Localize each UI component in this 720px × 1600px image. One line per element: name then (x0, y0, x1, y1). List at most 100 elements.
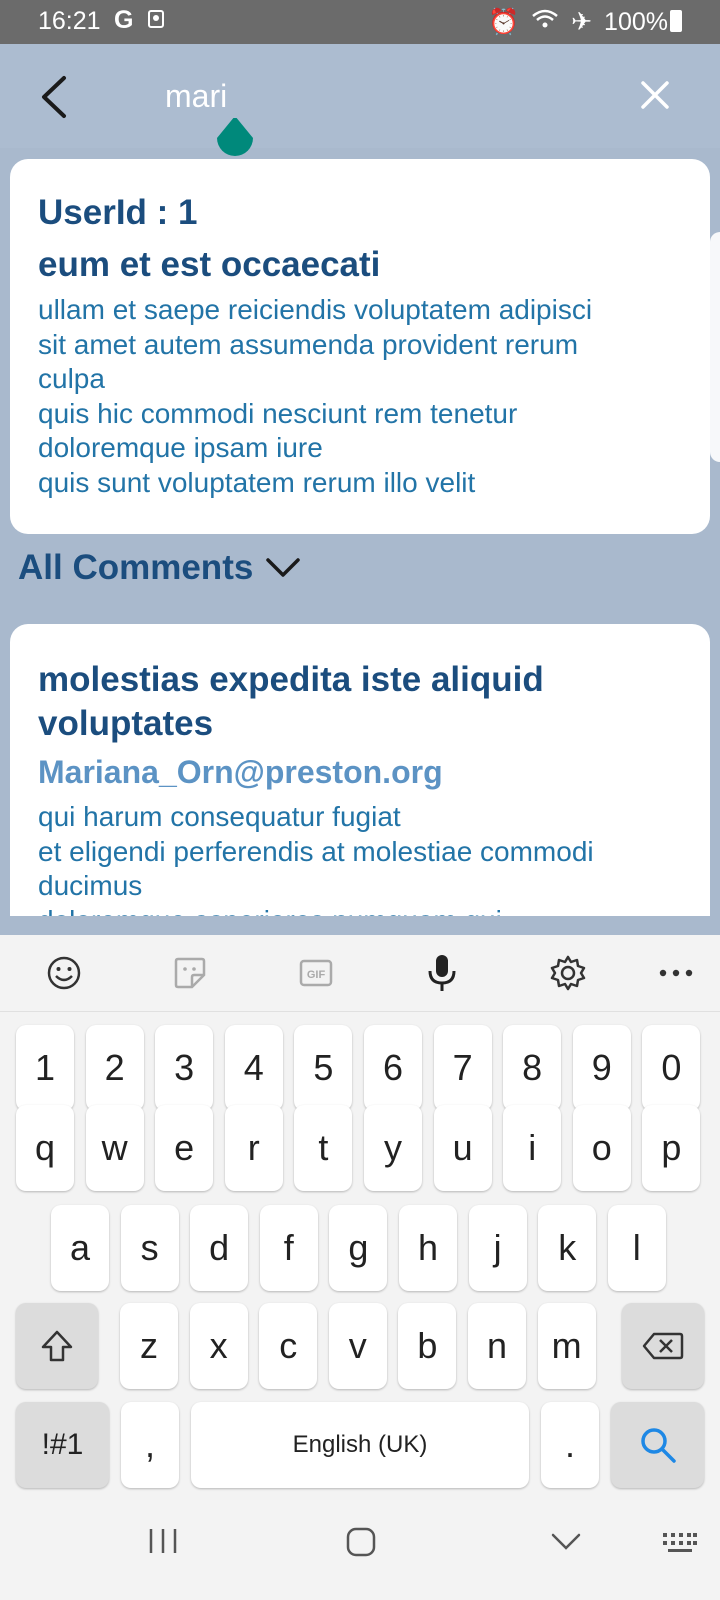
key-n[interactable]: n (468, 1303, 526, 1389)
key-m[interactable]: m (537, 1303, 596, 1389)
scroll-indicator[interactable] (710, 232, 720, 462)
space-key[interactable]: English (UK) (191, 1402, 529, 1488)
symbols-key[interactable]: !#1 (16, 1402, 109, 1488)
key-3[interactable]: 3 (155, 1025, 214, 1111)
key-e[interactable]: e (155, 1105, 214, 1191)
key-z-label: z (140, 1325, 158, 1366)
key-s[interactable]: s (120, 1205, 179, 1291)
comment-card[interactable]: molestias expedita iste aliquid voluptat… (10, 624, 710, 916)
battery-icon (670, 10, 682, 32)
airplane-icon: ✈ (571, 8, 593, 36)
key-v-label: v (348, 1325, 367, 1366)
key-3-label: 3 (174, 1047, 195, 1088)
sticker-button[interactable] (170, 953, 210, 993)
key-m-label: m (551, 1325, 582, 1366)
voice-input-button[interactable] (422, 953, 462, 993)
keyboard-switch-button[interactable] (662, 1532, 698, 1559)
key-w[interactable]: w (85, 1105, 144, 1191)
key-c-label: c (279, 1325, 298, 1366)
key-j[interactable]: j (468, 1205, 527, 1291)
key-k-label: k (558, 1227, 577, 1268)
gif-button[interactable]: GIF (296, 953, 336, 993)
key-h-label: h (417, 1227, 439, 1268)
key-e-label: e (174, 1127, 195, 1168)
period-key-label: . (564, 1424, 575, 1465)
key-v[interactable]: v (328, 1303, 387, 1389)
key-r-label: r (247, 1127, 260, 1168)
key-0-label: 0 (661, 1047, 682, 1088)
key-i[interactable]: i (503, 1105, 562, 1191)
key-u-label: u (452, 1127, 473, 1168)
key-6-label: 6 (382, 1047, 404, 1088)
key-t-label: t (318, 1127, 329, 1168)
clear-search-button[interactable] (640, 80, 670, 110)
symbols-key-label: !#1 (41, 1428, 84, 1461)
key-p-label: p (661, 1127, 682, 1168)
key-7-label: 7 (452, 1047, 473, 1088)
gif-icon: GIF (299, 959, 333, 987)
comments-header-label: All Comments (18, 548, 254, 587)
key-6[interactable]: 6 (364, 1025, 422, 1111)
search-key[interactable] (611, 1402, 704, 1488)
key-8[interactable]: 8 (503, 1025, 562, 1111)
key-9[interactable]: 9 (572, 1025, 631, 1111)
key-u[interactable]: u (433, 1105, 492, 1191)
key-4[interactable]: 4 (224, 1025, 283, 1111)
key-d[interactable]: d (190, 1205, 249, 1291)
period-key[interactable]: . (541, 1402, 599, 1488)
search-input[interactable]: mari (165, 78, 227, 115)
key-7[interactable]: 7 (433, 1025, 492, 1111)
more-options-button[interactable] (656, 953, 696, 993)
key-c[interactable]: c (259, 1303, 318, 1389)
back-button[interactable] (36, 74, 76, 120)
screenshot-icon (148, 10, 164, 28)
key-h[interactable]: h (399, 1205, 457, 1291)
post-card[interactable]: UserId : 1 eum et est occaecati ullam et… (10, 159, 710, 534)
key-p[interactable]: p (642, 1105, 701, 1191)
key-y[interactable]: y (364, 1105, 422, 1191)
emoji-button[interactable] (44, 953, 84, 993)
key-y-label: y (384, 1127, 402, 1168)
keyboard-settings-button[interactable] (548, 953, 588, 993)
key-a[interactable]: a (51, 1205, 109, 1291)
key-b-label: b (417, 1325, 438, 1366)
chevron-down-icon (266, 558, 301, 577)
comma-key[interactable]: , (121, 1402, 179, 1488)
key-q-label: q (34, 1127, 56, 1168)
key-r[interactable]: r (224, 1105, 283, 1191)
svg-text:GIF: GIF (307, 969, 326, 981)
space-key-label: English (UK) (292, 1431, 428, 1458)
comment-body: qui harum consequatur fugiat et eligendi… (38, 801, 594, 916)
post-body: ullam et saepe reiciendis voluptatem adi… (38, 294, 593, 498)
recent-apps-button[interactable] (148, 1526, 178, 1561)
comments-toggle[interactable]: All Comments (18, 548, 301, 588)
shift-key[interactable] (16, 1303, 98, 1389)
hide-keyboard-button[interactable] (550, 1532, 582, 1557)
key-q[interactable]: q (16, 1105, 74, 1191)
key-1-label: 1 (34, 1047, 56, 1088)
home-button[interactable] (345, 1526, 377, 1563)
key-5[interactable]: 5 (294, 1025, 353, 1111)
key-l[interactable]: l (607, 1205, 666, 1291)
key-b[interactable]: b (398, 1303, 457, 1389)
key-t[interactable]: t (294, 1105, 353, 1191)
backspace-icon (642, 1332, 684, 1360)
key-g[interactable]: g (329, 1205, 388, 1291)
gear-icon (550, 955, 586, 991)
key-k[interactable]: k (538, 1205, 597, 1291)
home-icon (346, 1527, 376, 1557)
key-i-label: i (528, 1127, 537, 1168)
key-1[interactable]: 1 (16, 1025, 74, 1111)
key-o[interactable]: o (572, 1105, 631, 1191)
key-x[interactable]: x (189, 1303, 248, 1389)
key-8-label: 8 (522, 1047, 543, 1088)
backspace-key[interactable] (622, 1303, 704, 1389)
key-2[interactable]: 2 (85, 1025, 144, 1111)
comment-title: molestias expedita iste aliquid voluptat… (38, 660, 544, 743)
navigation-bar (0, 1500, 720, 1600)
key-f[interactable]: f (259, 1205, 318, 1291)
key-z[interactable]: z (120, 1303, 178, 1389)
post-title: eum et est occaecati (38, 245, 381, 284)
cursor-handle[interactable] (215, 116, 255, 162)
key-0[interactable]: 0 (642, 1025, 701, 1111)
